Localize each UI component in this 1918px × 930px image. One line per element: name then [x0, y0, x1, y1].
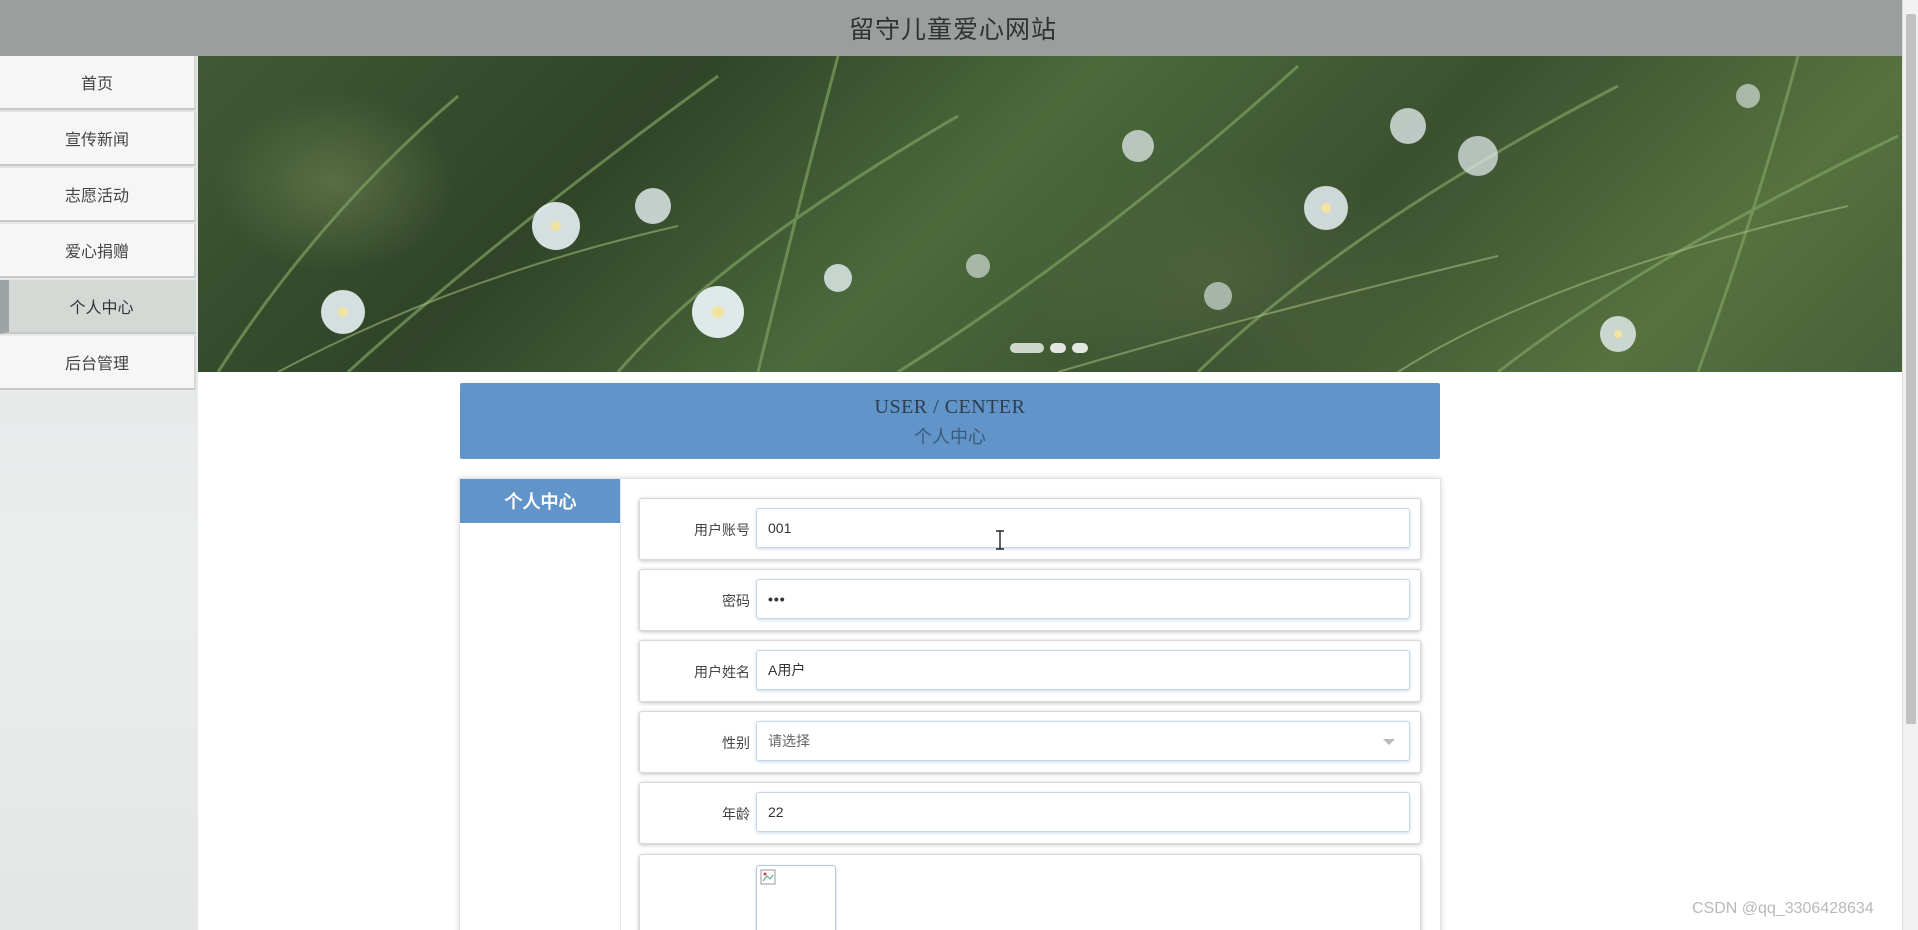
- carousel-indicators: [1010, 343, 1088, 353]
- user-center-panel: 个人中心 用户账号 001 密码 ••• 用户姓名 A用户 性别 请选择 年龄 …: [459, 478, 1441, 930]
- age-label: 年龄: [722, 806, 750, 822]
- nav-item-user-center[interactable]: 个人中心: [0, 280, 196, 334]
- username-row: 用户账号 001: [639, 498, 1421, 560]
- age-row: 年龄 22: [639, 782, 1421, 844]
- nav-item-news[interactable]: 宣传新闻: [0, 112, 196, 166]
- section-title-en: USER / CENTER: [874, 396, 1026, 418]
- name-input[interactable]: A用户: [756, 650, 1410, 690]
- nav-item-admin[interactable]: 后台管理: [0, 336, 196, 390]
- gender-select[interactable]: 请选择: [756, 721, 1410, 761]
- sidebar-nav: 首页 宣传新闻 志愿活动 爱心捐赠 个人中心 后台管理: [0, 56, 198, 930]
- banner-carousel[interactable]: [198, 56, 1902, 372]
- broken-image-icon: [760, 869, 776, 885]
- banner-image: [216, 56, 1899, 372]
- age-input[interactable]: 22: [756, 792, 1410, 832]
- site-title: 留守儿童爱心网站: [848, 16, 1057, 44]
- carousel-dot-3[interactable]: [1072, 343, 1088, 353]
- carousel-dot-2[interactable]: [1050, 343, 1066, 353]
- top-header: 留守儿童爱心网站: [0, 0, 1906, 56]
- avatar-row: [639, 854, 1421, 930]
- csdn-watermark: CSDN @qq_3306428634: [1692, 900, 1874, 917]
- text-cursor-icon: [996, 530, 1004, 550]
- username-input[interactable]: 001: [756, 508, 1410, 548]
- nav-item-donation[interactable]: 爱心捐赠: [0, 224, 196, 278]
- nav-item-home[interactable]: 首页: [0, 56, 196, 110]
- avatar-upload[interactable]: [756, 865, 836, 930]
- gender-label: 性别: [722, 735, 750, 751]
- scrollbar-thumb[interactable]: [1906, 14, 1916, 724]
- page-scrollbar[interactable]: [1902, 0, 1918, 930]
- tab-user-center[interactable]: 个人中心: [460, 479, 621, 523]
- gender-row: 性别 请选择: [639, 711, 1421, 773]
- section-header: USER / CENTER 个人中心: [460, 383, 1440, 459]
- username-label: 用户账号: [694, 522, 750, 538]
- name-row: 用户姓名 A用户: [639, 640, 1421, 702]
- panel-divider: [620, 479, 621, 930]
- carousel-dot-1[interactable]: [1010, 343, 1044, 353]
- password-row: 密码 •••: [639, 569, 1421, 631]
- section-title-zh: 个人中心: [914, 427, 986, 447]
- password-label: 密码: [722, 593, 750, 609]
- nav-item-volunteer[interactable]: 志愿活动: [0, 168, 196, 222]
- gender-select-value: 请选择: [768, 733, 810, 749]
- chevron-down-icon: [1383, 739, 1395, 745]
- name-label: 用户姓名: [694, 664, 750, 680]
- password-input[interactable]: •••: [756, 579, 1410, 619]
